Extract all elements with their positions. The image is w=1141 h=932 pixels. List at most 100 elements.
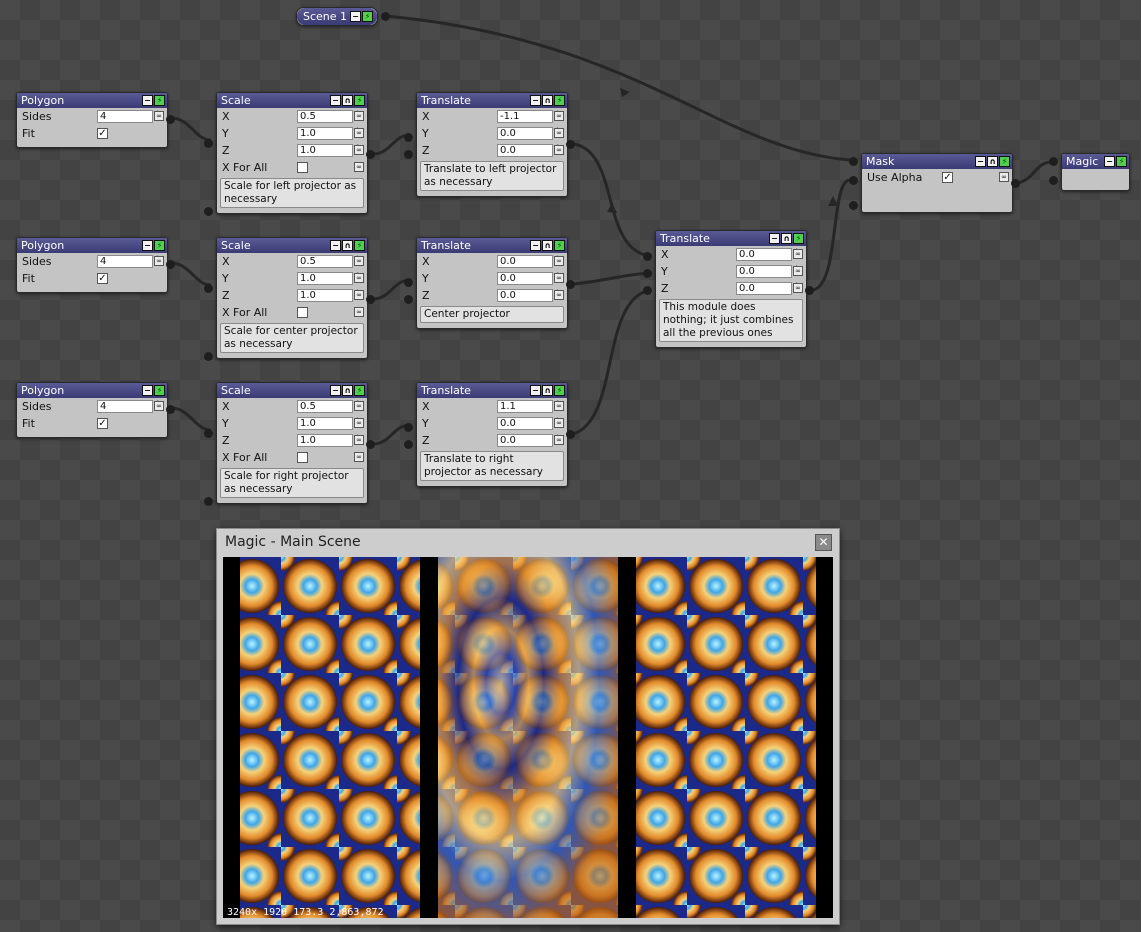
link-icon[interactable]: ∞ bbox=[793, 249, 803, 259]
z-input[interactable]: 1.0▲▼ bbox=[297, 144, 360, 157]
z-input[interactable]: 1.0▲▼ bbox=[297, 289, 360, 302]
link-icon[interactable]: ∞ bbox=[354, 273, 364, 283]
fit-checkbox[interactable]: ✓ bbox=[97, 128, 108, 139]
input-port[interactable] bbox=[404, 440, 413, 449]
sides-input[interactable]: 4▲▼ bbox=[97, 400, 160, 413]
x-for-all-checkbox[interactable] bbox=[297, 452, 308, 463]
input-port[interactable] bbox=[204, 497, 213, 506]
power-icon[interactable]: ⚡ bbox=[354, 95, 365, 106]
minus-icon[interactable]: − bbox=[142, 240, 153, 251]
comment-note[interactable]: This module does nothing; it just combin… bbox=[659, 299, 803, 342]
preview-window[interactable]: Magic - Main Scene ✕ 3240x 1920 173.3 2,… bbox=[216, 528, 840, 925]
minus-icon[interactable]: − bbox=[330, 385, 341, 396]
minus-icon[interactable]: − bbox=[530, 385, 541, 396]
minus-icon[interactable]: − bbox=[975, 156, 986, 167]
y-input[interactable]: 1.0▲▼ bbox=[297, 417, 360, 430]
x-input[interactable]: 0.5▲▼ bbox=[297, 110, 360, 123]
polygon-node[interactable]: Polygon −⚡ Sides 4▲▼ ∞ Fit ✓ bbox=[16, 237, 175, 293]
link-icon[interactable]: ∞ bbox=[354, 307, 364, 317]
input-port[interactable] bbox=[204, 284, 213, 293]
power-icon[interactable]: ⚡ bbox=[793, 233, 804, 244]
power-icon[interactable]: ⚡ bbox=[554, 95, 565, 106]
input-port[interactable] bbox=[204, 139, 213, 148]
link-icon[interactable]: ∞ bbox=[554, 401, 564, 411]
x-for-all-checkbox[interactable] bbox=[297, 162, 308, 173]
bypass-icon[interactable]: ∩ bbox=[342, 95, 353, 106]
output-port[interactable] bbox=[166, 115, 175, 124]
link-icon[interactable]: ∞ bbox=[554, 418, 564, 428]
translate-node[interactable]: Translate −∩⚡ X0.0▲▼∞ Y0.0▲▼∞ Z0.0▲▼∞ Ce… bbox=[404, 237, 575, 329]
y-input[interactable]: 0.0▲▼ bbox=[736, 265, 799, 278]
comment-note[interactable]: Scale for left projector as necessary bbox=[220, 178, 364, 208]
input-port[interactable] bbox=[404, 295, 413, 304]
bypass-icon[interactable]: ∩ bbox=[987, 156, 998, 167]
combine-translate-node[interactable]: Translate −∩⚡ X0.0▲▼∞ Y0.0▲▼∞ Z0.0▲▼∞ Th… bbox=[643, 230, 814, 348]
z-input[interactable]: 0.0▲▼ bbox=[497, 434, 560, 447]
output-port[interactable] bbox=[1011, 179, 1020, 188]
link-icon[interactable]: ∞ bbox=[793, 266, 803, 276]
input-port[interactable] bbox=[204, 207, 213, 216]
link-icon[interactable]: ∞ bbox=[154, 401, 164, 411]
x-input[interactable]: 0.5▲▼ bbox=[297, 255, 360, 268]
link-icon[interactable]: ∞ bbox=[354, 435, 364, 445]
link-icon[interactable]: ∞ bbox=[354, 256, 364, 266]
x-for-all-checkbox[interactable] bbox=[297, 307, 308, 318]
input-port[interactable] bbox=[849, 157, 858, 166]
fit-checkbox[interactable]: ✓ bbox=[97, 418, 108, 429]
minus-icon[interactable]: − bbox=[1104, 156, 1115, 167]
fit-checkbox[interactable]: ✓ bbox=[97, 273, 108, 284]
magic-output-node[interactable]: Magic − ⚡ bbox=[1049, 153, 1130, 191]
power-icon[interactable]: ⚡ bbox=[554, 240, 565, 251]
power-icon[interactable]: ⚡ bbox=[554, 385, 565, 396]
scale-node[interactable]: Scale −∩⚡ X0.5▲▼∞ Y1.0▲▼∞ Z1.0▲▼∞ X For … bbox=[204, 237, 375, 361]
polygon-node[interactable]: Polygon −⚡ Sides 4▲▼ ∞ Fit ✓ bbox=[16, 92, 175, 148]
scale-node[interactable]: Scale −∩⚡ X0.5▲▼∞ Y1.0▲▼∞ Z1.0▲▼∞ X For … bbox=[204, 92, 375, 216]
input-port[interactable] bbox=[849, 201, 858, 210]
link-icon[interactable]: ∞ bbox=[554, 273, 564, 283]
power-icon[interactable]: ⚡ bbox=[354, 240, 365, 251]
sides-input[interactable]: 4▲▼ bbox=[97, 110, 160, 123]
y-input[interactable]: 0.0▲▼ bbox=[497, 272, 560, 285]
minus-icon[interactable]: − bbox=[350, 11, 361, 22]
x-input[interactable]: 0.0▲▼ bbox=[736, 248, 799, 261]
bypass-icon[interactable]: ∩ bbox=[542, 385, 553, 396]
link-icon[interactable]: ∞ bbox=[554, 145, 564, 155]
sides-input[interactable]: 4▲▼ bbox=[97, 255, 160, 268]
comment-note[interactable]: Translate to right projector as necessar… bbox=[420, 451, 564, 481]
close-icon[interactable]: ✕ bbox=[815, 534, 832, 551]
input-port[interactable] bbox=[404, 423, 413, 432]
output-port[interactable] bbox=[566, 280, 575, 289]
z-input[interactable]: 0.0▲▼ bbox=[497, 144, 560, 157]
bypass-icon[interactable]: ∩ bbox=[542, 95, 553, 106]
link-icon[interactable]: ∞ bbox=[354, 145, 364, 155]
mask-node[interactable]: Mask − ∩ ⚡ Use Alpha ✓ ∞ bbox=[849, 153, 1020, 213]
minus-icon[interactable]: − bbox=[530, 95, 541, 106]
x-input[interactable]: -1.1▲▼ bbox=[497, 110, 560, 123]
minus-icon[interactable]: − bbox=[769, 233, 780, 244]
input-port[interactable] bbox=[643, 286, 652, 295]
output-port[interactable] bbox=[566, 140, 575, 149]
power-icon[interactable]: ⚡ bbox=[354, 385, 365, 396]
output-port[interactable] bbox=[166, 405, 175, 414]
link-icon[interactable]: ∞ bbox=[354, 452, 364, 462]
polygon-node[interactable]: Polygon −⚡ Sides 4▲▼ ∞ Fit ✓ bbox=[16, 382, 175, 438]
link-icon[interactable]: ∞ bbox=[554, 128, 564, 138]
input-port[interactable] bbox=[643, 252, 652, 261]
output-port[interactable] bbox=[805, 286, 814, 295]
power-icon[interactable]: ⚡ bbox=[154, 95, 165, 106]
link-icon[interactable]: ∞ bbox=[554, 435, 564, 445]
link-icon[interactable]: ∞ bbox=[554, 111, 564, 121]
input-port[interactable] bbox=[643, 269, 652, 278]
scale-node[interactable]: Scale −∩⚡ X0.5▲▼∞ Y1.0▲▼∞ Z1.0▲▼∞ X For … bbox=[204, 382, 375, 506]
link-icon[interactable]: ∞ bbox=[354, 290, 364, 300]
link-icon[interactable]: ∞ bbox=[354, 111, 364, 121]
link-icon[interactable]: ∞ bbox=[354, 418, 364, 428]
y-input[interactable]: 0.0▲▼ bbox=[497, 127, 560, 140]
link-icon[interactable]: ∞ bbox=[793, 283, 803, 293]
translate-node[interactable]: Translate −∩⚡ X1.1▲▼∞ Y0.0▲▼∞ Z0.0▲▼∞ Tr… bbox=[404, 382, 575, 487]
translate-node[interactable]: Translate −∩⚡ X-1.1▲▼∞ Y0.0▲▼∞ Z0.0▲▼∞ T… bbox=[404, 92, 575, 197]
minus-icon[interactable]: − bbox=[330, 240, 341, 251]
link-icon[interactable]: ∞ bbox=[999, 172, 1009, 182]
x-input[interactable]: 1.1▲▼ bbox=[497, 400, 560, 413]
output-port[interactable] bbox=[381, 12, 390, 21]
